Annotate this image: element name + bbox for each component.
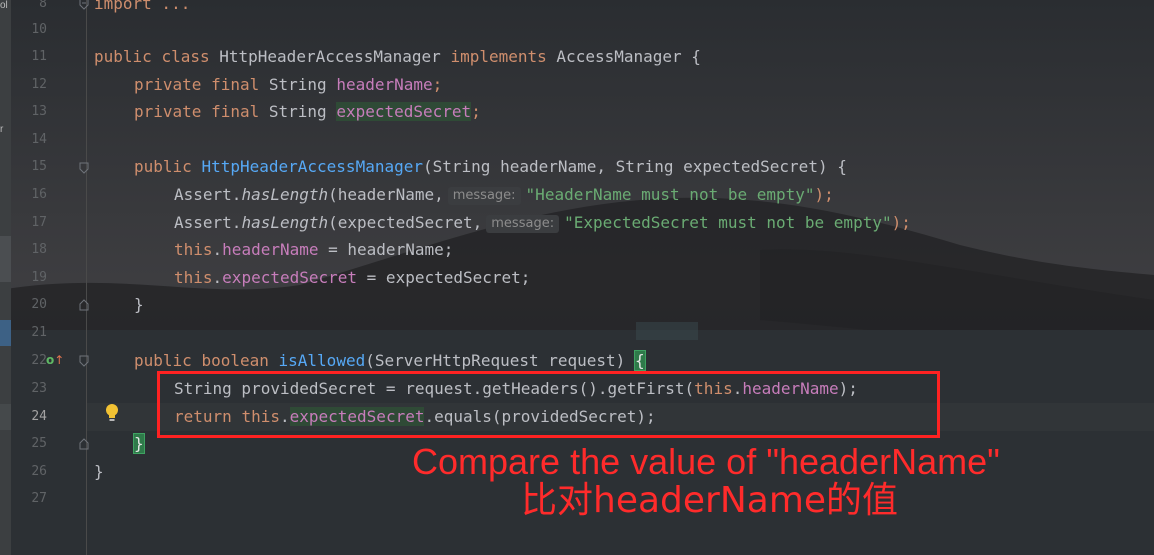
method-name: isAllowed — [278, 351, 366, 370]
brace: } — [134, 295, 144, 314]
fold-icon[interactable] — [79, 0, 89, 10]
code-line[interactable]: public HttpHeaderAccessManager(String he… — [134, 159, 847, 179]
assert-class: Assert. — [174, 185, 242, 204]
kw-final: final — [211, 75, 260, 94]
kw-this: this — [174, 268, 213, 287]
line-number[interactable]: 23 — [15, 381, 47, 397]
dot: . — [212, 240, 223, 259]
line-number[interactable]: 15 — [15, 159, 47, 175]
assignment-rest: = headerName; — [318, 240, 454, 259]
class-name: HttpHeaderAccessManager — [219, 47, 441, 66]
tool-strip-tab[interactable] — [0, 404, 11, 430]
kw-implements: implements — [450, 47, 547, 66]
assert-class: Assert. — [174, 213, 242, 232]
field-name: expectedSecret — [336, 102, 472, 121]
implementation-marker-icon[interactable]: o↑ — [46, 353, 64, 367]
code-line[interactable]: public boolean isAllowed(ServerHttpReque… — [134, 350, 646, 373]
field-ref: headerName — [222, 240, 319, 259]
brace: { — [691, 47, 701, 66]
constructor-params: (String headerName, String expectedSecre… — [423, 157, 847, 176]
code-line[interactable]: private final String headerName; — [134, 77, 442, 97]
call-args: (expectedSecret, — [328, 213, 483, 232]
code-line[interactable]: import ... — [94, 0, 190, 16]
line-number[interactable]: 8 — [15, 0, 47, 12]
method-params: (ServerHttpRequest request) — [365, 351, 635, 370]
constructor-name: HttpHeaderAccessManager — [201, 157, 423, 176]
kw-private: private — [134, 75, 202, 94]
line-number[interactable]: 22 — [15, 353, 47, 369]
matched-brace: } — [133, 433, 145, 454]
interface-name: AccessManager — [556, 47, 682, 66]
code-line[interactable]: } — [133, 433, 145, 456]
gutter-divider — [86, 0, 87, 555]
param-hint: message: — [447, 187, 521, 205]
left-tool-strip: ol r — [0, 0, 11, 555]
code-line[interactable]: this.expectedSecret = expectedSecret; — [174, 270, 530, 290]
code-line[interactable]: } — [94, 464, 104, 484]
brace: } — [94, 462, 104, 481]
fold-icon[interactable] — [79, 355, 89, 367]
call-end: ); — [891, 213, 911, 232]
import-line: import ... — [94, 0, 191, 13]
line-number[interactable]: 19 — [15, 270, 47, 286]
kw-class: class — [161, 47, 210, 66]
fold-icon[interactable] — [79, 162, 89, 174]
line-number-current[interactable]: 24 — [15, 409, 47, 425]
matched-brace: { — [633, 350, 646, 371]
kw-private: private — [134, 102, 202, 121]
line-number[interactable]: 14 — [15, 132, 47, 148]
kw-public: public — [94, 47, 152, 66]
semicolon: ; — [471, 102, 481, 121]
code-line[interactable]: this.headerName = headerName; — [174, 242, 453, 262]
fold-icon[interactable] — [79, 299, 89, 311]
code-line[interactable]: public class HttpHeaderAccessManager imp… — [94, 49, 701, 69]
line-number[interactable]: 11 — [15, 49, 47, 65]
type-name: String — [268, 75, 327, 94]
annotation-text-chinese: 比对headerName的值 — [521, 480, 899, 521]
line-number[interactable]: 27 — [15, 491, 47, 507]
fold-icon[interactable] — [79, 438, 89, 450]
field-name: headerName — [336, 75, 433, 94]
line-number[interactable]: 13 — [15, 104, 47, 120]
annotation-highlight-box — [157, 371, 940, 438]
line-number[interactable]: 21 — [15, 325, 47, 341]
line-number[interactable]: 20 — [15, 297, 47, 313]
call-end: ); — [814, 185, 834, 204]
line-number[interactable]: 12 — [15, 77, 47, 93]
semicolon: ; — [432, 75, 443, 94]
string-literal: "ExpectedSecret must not be empty" — [564, 213, 892, 232]
code-line[interactable]: Assert.hasLength(expectedSecret, message:… — [174, 215, 911, 235]
method-call: hasLength — [241, 185, 329, 204]
tool-strip-label-2: r — [0, 124, 4, 135]
kw-boolean: boolean — [201, 351, 269, 370]
string-literal: "HeaderName must not be empty" — [525, 185, 815, 204]
code-line[interactable]: private final String expectedSecret; — [134, 102, 481, 124]
code-line[interactable]: Assert.hasLength(headerName, message: "Hea… — [174, 187, 834, 207]
intention-bulb-icon[interactable] — [103, 403, 121, 423]
kw-public: public — [134, 157, 192, 176]
line-number[interactable]: 25 — [15, 436, 47, 452]
method-call: hasLength — [241, 213, 329, 232]
tool-strip-active-tab[interactable] — [0, 320, 11, 346]
line-number[interactable]: 16 — [15, 187, 47, 203]
line-number[interactable]: 10 — [15, 22, 47, 38]
assignment-rest: = expectedSecret; — [357, 268, 531, 287]
kw-public: public — [134, 351, 192, 370]
kw-final: final — [211, 102, 260, 121]
param-hint: message: — [486, 215, 560, 233]
call-args: (headerName, — [328, 185, 444, 204]
line-number[interactable]: 26 — [15, 464, 47, 480]
line-number[interactable]: 17 — [15, 215, 47, 231]
code-line[interactable]: } — [134, 297, 144, 317]
tool-strip-selection[interactable] — [0, 236, 11, 282]
line-number[interactable]: 18 — [15, 242, 47, 258]
dot: . — [212, 268, 223, 287]
tool-strip-label-1: ol — [0, 0, 8, 11]
editor-gutter: 8 10 11 12 13 14 15 16 17 18 19 20 21 22… — [11, 0, 89, 555]
field-ref: expectedSecret — [222, 268, 358, 287]
kw-this: this — [174, 240, 213, 259]
annotation-text-english: Compare the value of "headerName" — [412, 441, 1000, 482]
type-name: String — [268, 102, 327, 121]
